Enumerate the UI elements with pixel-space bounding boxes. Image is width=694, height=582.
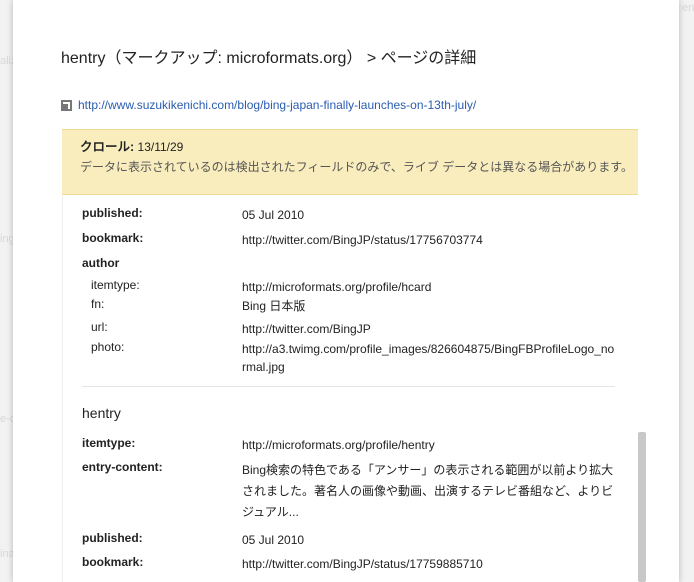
field-label: itemtype: — [82, 436, 136, 450]
dialog-title: hentry（マークアップ: microformats.org） > ページの詳… — [61, 50, 477, 67]
field-value: http://twitter.com/BingJP — [242, 322, 371, 336]
field-value: Bing検索の特色である「アンサー」の表示される範囲が以前より拡大されました。著… — [242, 463, 614, 519]
field-label: entry-content: — [82, 460, 163, 474]
hentry-bookmark-row: bookmark: http://twitter.com/BingJP/stat… — [82, 555, 483, 573]
hentry-itemtype-row: itemtype: http://microformats.org/profil… — [82, 436, 435, 454]
hentry-entry-content-row: entry-content: Bing検索の特色である「アンサー」の表示される範… — [82, 460, 622, 523]
field-value: http://twitter.com/BingJP/status/1775670… — [242, 233, 483, 247]
author-itemtype-row: itemtype: http://microformats.org/profil… — [82, 278, 431, 296]
field-label: published: — [82, 531, 143, 545]
field-label: bookmark: — [82, 231, 144, 245]
section-divider — [82, 386, 615, 387]
author-photo-row: photo: http://a3.twimg.com/profile_image… — [82, 340, 617, 376]
field-label: fn: — [91, 297, 105, 311]
field-label: url: — [91, 320, 108, 334]
field-value: http://twitter.com/BingJP/status/1775988… — [242, 557, 483, 571]
crawl-notice: クロール: 13/11/29 データに表示されているのは検出されたフィールドのみ… — [62, 129, 638, 195]
crawl-date: 13/11/29 — [137, 140, 184, 154]
field-value: http://a3.twimg.com/profile_images/82660… — [242, 342, 615, 374]
field-label: author — [82, 256, 120, 270]
field-label: published: — [82, 206, 143, 220]
crawl-label: クロール: — [80, 140, 135, 154]
field-value: 05 Jul 2010 — [242, 208, 305, 222]
author-fn-row: fn: Bing 日本版 — [82, 297, 305, 315]
scrollbar-thumb[interactable] — [638, 432, 646, 582]
background-text: ent — [682, 2, 694, 14]
published-row: published: 05 Jul 2010 — [82, 206, 304, 224]
external-link-icon[interactable] — [61, 99, 72, 111]
field-label: bookmark: — [82, 555, 144, 569]
notice-text: データに表示されているのは検出されたフィールドのみで、ライブ データとは異なる場… — [80, 160, 634, 174]
author-url-row: url: http://twitter.com/BingJP — [82, 320, 371, 338]
field-label: itemtype: — [91, 278, 140, 292]
hentry-heading: hentry — [82, 405, 121, 421]
structured-data-panel[interactable]: published: 05 Jul 2010 bookmark: http://… — [62, 196, 639, 582]
bookmark-row: bookmark: http://twitter.com/BingJP/stat… — [82, 231, 483, 249]
field-value: 05 Jul 2010 — [242, 533, 305, 547]
field-label: photo: — [91, 340, 125, 354]
field-value: http://microformats.org/profile/hentry — [242, 438, 435, 452]
author-row: author — [82, 256, 242, 270]
field-value: http://microformats.org/profile/hcard — [242, 280, 432, 294]
hentry-published-row: published: 05 Jul 2010 — [82, 531, 304, 549]
field-value: Bing 日本版 — [242, 299, 306, 313]
source-url-link[interactable]: http://www.suzukikenichi.com/blog/bing-j… — [78, 98, 476, 112]
page-details-dialog: hentry（マークアップ: microformats.org） > ページの詳… — [13, 0, 679, 582]
source-url-row: http://www.suzukikenichi.com/blog/bing-j… — [61, 98, 476, 112]
